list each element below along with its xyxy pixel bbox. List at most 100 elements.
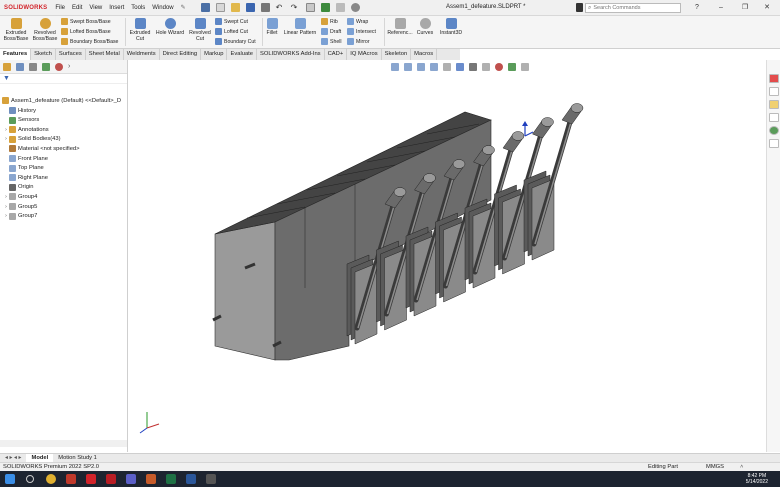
draft-button[interactable]: Draft	[321, 28, 341, 35]
feature-tree-icon[interactable]	[3, 62, 11, 71]
menu-view[interactable]: View	[89, 5, 102, 11]
open-folder-icon[interactable]	[230, 3, 240, 12]
powerpoint-icon[interactable]	[146, 474, 156, 484]
tree-item[interactable]: Front Plane	[3, 154, 48, 163]
terminal-icon[interactable]	[206, 474, 216, 484]
expand-panel-icon[interactable]: ›	[68, 63, 76, 71]
tree-item[interactable]: Origin	[3, 183, 33, 192]
solidworks-logo[interactable]: SOLIDWORKS	[4, 5, 47, 11]
hole-wizard-button[interactable]: Hole Wizard	[154, 18, 186, 36]
undo-icon[interactable]: ↶	[276, 3, 285, 12]
file-properties-icon[interactable]	[335, 3, 345, 12]
rebuild-icon[interactable]	[320, 3, 330, 12]
command-search-icon[interactable]	[576, 3, 583, 12]
apply-scene-icon[interactable]	[508, 63, 516, 71]
file-explorer-icon[interactable]	[769, 100, 779, 109]
tree-filter[interactable]: ▼	[0, 74, 127, 84]
hide-show-items-icon[interactable]	[482, 63, 490, 71]
tree-item[interactable]: › Solid Bodies(43)	[3, 135, 61, 144]
previous-view-icon[interactable]	[417, 63, 425, 71]
tree-root[interactable]: Assem1_defeature (Default) <<Default>_D	[0, 96, 121, 105]
extruded-cut-button[interactable]: Extruded Cut	[127, 18, 153, 42]
solidworks-app-icon-2[interactable]	[106, 474, 116, 484]
boundary-cut-button[interactable]: Boundary Cut	[215, 38, 256, 45]
fillet-button[interactable]: Fillet	[264, 18, 280, 36]
select-arrow-icon[interactable]	[305, 3, 315, 12]
menu-file[interactable]: File	[55, 5, 65, 11]
system-clock[interactable]: 8:42 PM 5/14/2022	[746, 473, 768, 485]
tree-item[interactable]: Right Plane	[3, 173, 48, 182]
edit-appearance-icon[interactable]	[495, 63, 503, 71]
view-palette-icon[interactable]	[769, 113, 779, 122]
print-icon[interactable]	[260, 3, 270, 12]
menu-tools[interactable]: Tools	[131, 5, 145, 11]
display-style-icon[interactable]	[469, 63, 477, 71]
solidworks-app-icon[interactable]	[86, 474, 96, 484]
save-icon[interactable]	[245, 3, 255, 12]
tab-surfaces[interactable]: Surfaces	[56, 49, 86, 60]
zoom-to-fit-icon[interactable]	[391, 63, 399, 71]
lofted-cut-button[interactable]: Lofted Cut	[215, 28, 248, 35]
zoom-to-area-icon[interactable]	[404, 63, 412, 71]
teams-icon[interactable]	[126, 474, 136, 484]
excel-icon[interactable]	[166, 474, 176, 484]
boundary-boss-button[interactable]: Boundary Boss/Base	[61, 38, 118, 45]
horizontal-scrollbar[interactable]	[0, 440, 127, 447]
search-commands-input[interactable]	[593, 5, 674, 11]
options-gear-icon[interactable]	[350, 3, 360, 12]
appearances-icon[interactable]	[769, 126, 779, 135]
outlook-icon[interactable]	[66, 474, 76, 484]
reference-geometry-button[interactable]: Referenc...	[386, 18, 414, 36]
tab-weldments[interactable]: Weldments	[124, 49, 160, 60]
solidworks-resources-icon[interactable]	[769, 74, 779, 83]
display-manager-icon[interactable]	[55, 62, 63, 71]
redo-icon[interactable]: ↷	[291, 3, 300, 12]
windows-start-icon[interactable]	[5, 474, 15, 484]
menu-edit[interactable]: Edit	[72, 5, 82, 11]
unit-system[interactable]: MMGS	[706, 464, 724, 470]
view-orientation-icon[interactable]	[456, 63, 464, 71]
shell-button[interactable]: Shell	[321, 38, 342, 45]
tab-direct-editing[interactable]: Direct Editing	[160, 49, 202, 60]
configuration-manager-icon[interactable]	[29, 62, 37, 71]
3d-model-view[interactable]	[129, 60, 765, 452]
graphics-area[interactable]	[129, 60, 765, 452]
linear-pattern-button[interactable]: Linear Pattern	[281, 18, 319, 36]
extruded-boss-button[interactable]: Extruded Boss/Base	[2, 18, 30, 42]
lofted-boss-button[interactable]: Lofted Boss/Base	[61, 28, 111, 35]
tree-item[interactable]: › Group5	[3, 202, 37, 211]
tab-iq-macros[interactable]: IQ MAcros	[347, 49, 382, 60]
minimize-button[interactable]: –	[716, 3, 726, 13]
tab-cad-plus[interactable]: CAD+	[325, 49, 348, 60]
new-document-icon[interactable]	[215, 3, 225, 12]
tab-sketch[interactable]: Sketch	[31, 49, 56, 60]
view-settings-icon[interactable]	[521, 63, 529, 71]
tab-evaluate[interactable]: Evaluate	[227, 49, 258, 60]
dynamic-annotation-icon[interactable]	[443, 63, 451, 71]
tree-item[interactable]: › Group7	[3, 212, 37, 221]
help-icon[interactable]: ?	[692, 3, 702, 13]
swept-cut-button[interactable]: Swept Cut	[215, 18, 248, 25]
mirror-button[interactable]: Mirror	[347, 38, 370, 45]
restore-button[interactable]: ❐	[740, 3, 750, 13]
intersect-button[interactable]: Intersect	[347, 28, 376, 35]
rib-button[interactable]: Rib	[321, 18, 338, 25]
menu-window[interactable]: Window	[152, 5, 173, 11]
filter-icon[interactable]: ▼	[3, 75, 10, 82]
instant3d-button[interactable]: Instant3D	[437, 18, 465, 36]
chrome-icon[interactable]	[46, 474, 56, 484]
tree-item[interactable]: History	[3, 106, 36, 115]
tree-item[interactable]: Top Plane	[3, 164, 44, 173]
swept-boss-button[interactable]: Swept Boss/Base	[61, 18, 111, 25]
menu-insert[interactable]: Insert	[109, 5, 124, 11]
tree-item[interactable]: Sensors	[3, 116, 39, 125]
search-commands-box[interactable]: ⌕	[585, 3, 681, 13]
custom-properties-icon[interactable]	[769, 139, 779, 148]
tab-skeleton[interactable]: Skeleton	[382, 49, 412, 60]
property-manager-icon[interactable]	[16, 62, 24, 71]
close-button[interactable]: ✕	[762, 3, 772, 13]
wrap-button[interactable]: Wrap	[347, 18, 368, 25]
tree-item[interactable]: › Annotations	[3, 125, 49, 134]
word-icon[interactable]	[186, 474, 196, 484]
curves-button[interactable]: Curves	[415, 18, 435, 36]
